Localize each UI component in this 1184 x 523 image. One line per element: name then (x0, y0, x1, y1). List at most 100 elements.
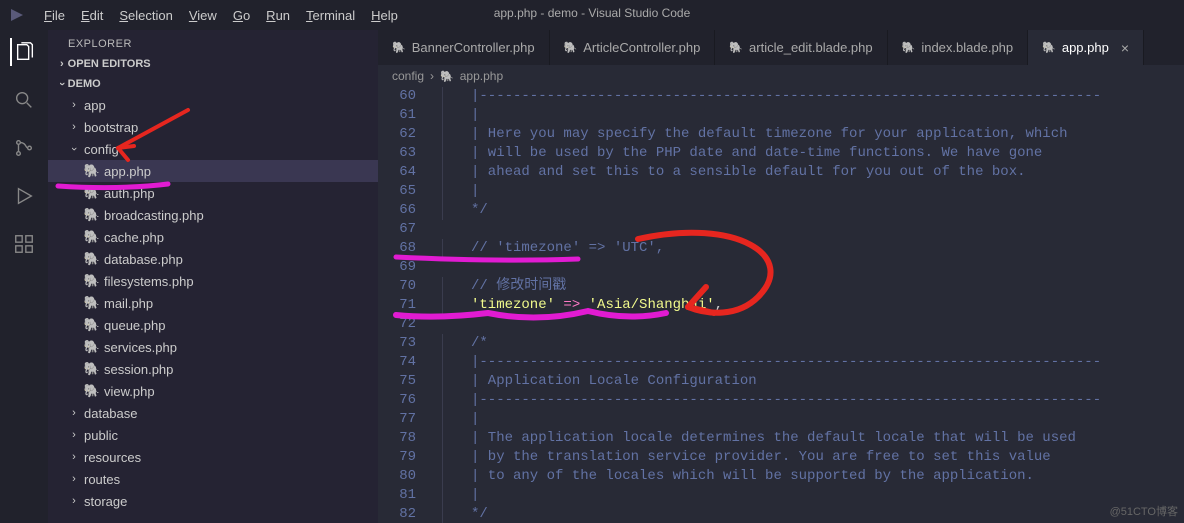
code-line[interactable]: | (442, 182, 1184, 201)
file-services.php[interactable]: 🐘services.php (48, 336, 378, 358)
chevron-right-icon: › (60, 58, 64, 70)
file-mail.php[interactable]: 🐘mail.php (48, 292, 378, 314)
code-line[interactable]: */ (442, 505, 1184, 523)
code-line[interactable]: | to any of the locales which will be su… (442, 467, 1184, 486)
file-app.php[interactable]: 🐘app.php (48, 160, 378, 182)
extensions-icon[interactable] (10, 230, 38, 258)
code-line[interactable] (442, 315, 1184, 334)
chevron-right-icon: › (68, 495, 80, 507)
tab-index.blade.php[interactable]: 🐘 index.blade.php (888, 30, 1029, 65)
code-line[interactable]: 'timezone' => 'Asia/Shanghai', (442, 296, 1184, 315)
code-line[interactable]: | (442, 486, 1184, 505)
folder-bootstrap[interactable]: ›bootstrap (48, 116, 378, 138)
php-icon: 🐘 (564, 41, 578, 54)
code-line[interactable]: |---------------------------------------… (442, 391, 1184, 410)
code-line[interactable]: | (442, 106, 1184, 125)
line-number: 78 (378, 429, 416, 448)
file-label: view.php (104, 384, 155, 399)
code-line[interactable]: | Application Locale Configuration (442, 372, 1184, 391)
php-icon: 🐘 (729, 41, 743, 54)
line-number: 71 (378, 296, 416, 315)
file-auth.php[interactable]: 🐘auth.php (48, 182, 378, 204)
file-tree: ›app›bootstrap›config🐘app.php🐘auth.php🐘b… (48, 94, 378, 523)
tab-label: index.blade.php (921, 40, 1013, 55)
file-label: services.php (104, 340, 177, 355)
file-queue.php[interactable]: 🐘 queue.php (48, 314, 378, 336)
run-debug-icon[interactable] (10, 182, 38, 210)
menu-terminal[interactable]: Terminal (298, 4, 363, 27)
code-line[interactable]: |---------------------------------------… (442, 87, 1184, 106)
breadcrumb[interactable]: config › 🐘 app.php (378, 65, 1184, 87)
source-control-icon[interactable] (10, 134, 38, 162)
php-icon: 🐘 (84, 229, 100, 245)
editor-area: 🐘 BannerController.php 🐘 ArticleController.… (378, 30, 1184, 523)
code-line[interactable]: // 'timezone' => 'UTC', (442, 239, 1184, 258)
php-icon: 🐘 (84, 317, 100, 333)
folder-routes[interactable]: ›routes (48, 468, 378, 490)
file-label: app.php (104, 164, 151, 179)
line-number: 77 (378, 410, 416, 429)
code-line[interactable]: */ (442, 201, 1184, 220)
code-line[interactable]: | will be used by the PHP date and date-… (442, 144, 1184, 163)
file-broadcasting.php[interactable]: 🐘broadcasting.php (48, 204, 378, 226)
folder-label: resources (84, 450, 141, 465)
menu-run[interactable]: Run (258, 4, 298, 27)
code-line[interactable]: | Here you may specify the default timez… (442, 125, 1184, 144)
folder-app[interactable]: ›app (48, 94, 378, 116)
project-label: DEMO (68, 78, 101, 90)
folder-database[interactable]: ›database (48, 402, 378, 424)
folder-config[interactable]: ›config (48, 138, 378, 160)
tab-article_edit.blade.php[interactable]: 🐘article_edit.blade.php (715, 30, 887, 65)
php-icon: 🐘 (84, 295, 100, 311)
tab-app.php[interactable]: 🐘app.php× (1028, 30, 1144, 65)
menu-view[interactable]: View (181, 4, 225, 27)
activity-bar (0, 30, 48, 523)
file-view.php[interactable]: 🐘view.php (48, 380, 378, 402)
open-editors-section[interactable]: › OPEN EDITORS (48, 54, 378, 74)
code-line[interactable] (442, 220, 1184, 239)
window-title: app.php - demo - Visual Studio Code (494, 6, 691, 20)
sidebar: EXPLORER › OPEN EDITORS › DEMO ›app›boot… (48, 30, 378, 523)
menu-file[interactable]: File (36, 4, 73, 27)
menu-edit[interactable]: Edit (73, 4, 111, 27)
file-label: session.php (104, 362, 173, 377)
chevron-down-icon: › (56, 82, 68, 86)
file-label: queue.php (104, 318, 165, 333)
php-icon: 🐘 (392, 41, 406, 54)
code-editor[interactable]: 6061626364656667686970717273747576777879… (378, 87, 1184, 523)
code-line[interactable]: | by the translation service provider. Y… (442, 448, 1184, 467)
code-line[interactable]: // 修改时间戳 (442, 277, 1184, 296)
file-label: cache.php (104, 230, 164, 245)
tab-label: BannerController.php (412, 40, 535, 55)
code-line[interactable]: |---------------------------------------… (442, 353, 1184, 372)
file-database.php[interactable]: 🐘database.php (48, 248, 378, 270)
code-line[interactable]: | ahead and set this to a sensible defau… (442, 163, 1184, 182)
menu-selection[interactable]: Selection (111, 4, 180, 27)
tab-label: ArticleController.php (583, 40, 700, 55)
php-icon: 🐘 (84, 273, 100, 289)
folder-storage[interactable]: ›storage (48, 490, 378, 512)
project-section[interactable]: › DEMO (48, 74, 378, 94)
code-line[interactable]: | (442, 410, 1184, 429)
folder-public[interactable]: ›public (48, 424, 378, 446)
file-session.php[interactable]: 🐘session.php (48, 358, 378, 380)
php-icon: 🐘 (902, 41, 916, 54)
folder-resources[interactable]: ›resources (48, 446, 378, 468)
search-icon[interactable] (10, 86, 38, 114)
tab-ArticleController.php[interactable]: 🐘 ArticleController.php (550, 30, 716, 65)
code-line[interactable]: | The application locale determines the … (442, 429, 1184, 448)
file-filesystems.php[interactable]: 🐘filesystems.php (48, 270, 378, 292)
menu-go[interactable]: Go (225, 4, 258, 27)
close-icon[interactable]: × (1121, 40, 1129, 56)
line-gutter: 6061626364656667686970717273747576777879… (378, 87, 434, 523)
code-line[interactable]: /* (442, 334, 1184, 353)
explorer-icon[interactable] (10, 38, 38, 66)
file-cache.php[interactable]: 🐘 cache.php (48, 226, 378, 248)
line-number: 72 (378, 315, 416, 334)
code-content[interactable]: |---------------------------------------… (434, 87, 1184, 523)
tab-BannerController.php[interactable]: 🐘 BannerController.php (378, 30, 550, 65)
sidebar-title: EXPLORER (48, 30, 378, 54)
code-line[interactable] (442, 258, 1184, 277)
menu-help[interactable]: Help (363, 4, 406, 27)
line-number: 69 (378, 258, 416, 277)
